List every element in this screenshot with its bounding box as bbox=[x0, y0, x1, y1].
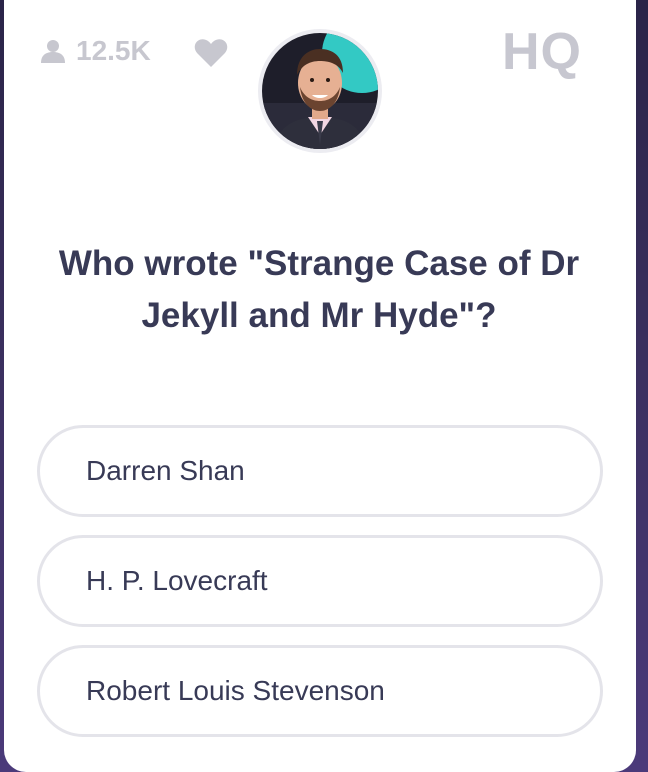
heart-icon[interactable] bbox=[194, 38, 228, 68]
viewer-count: 12.5K bbox=[40, 35, 151, 67]
answer-option-2[interactable]: H. P. Lovecraft bbox=[37, 535, 603, 627]
viewer-count-value: 12.5K bbox=[76, 35, 151, 66]
trivia-card: 12.5K HQ Who wrote "Strange Case of Dr J… bbox=[4, 0, 636, 772]
answer-option-3[interactable]: Robert Louis Stevenson bbox=[37, 645, 603, 737]
host-avatar bbox=[258, 29, 382, 153]
answer-option-1[interactable]: Darren Shan bbox=[37, 425, 603, 517]
question-text: Who wrote "Strange Case of Dr Jekyll and… bbox=[58, 244, 580, 335]
answer-list: Darren Shan H. P. Lovecraft Robert Louis… bbox=[37, 425, 603, 755]
game-header: 12.5K HQ bbox=[4, 0, 636, 170]
user-icon bbox=[40, 38, 66, 64]
hq-logo: HQ bbox=[502, 23, 582, 81]
